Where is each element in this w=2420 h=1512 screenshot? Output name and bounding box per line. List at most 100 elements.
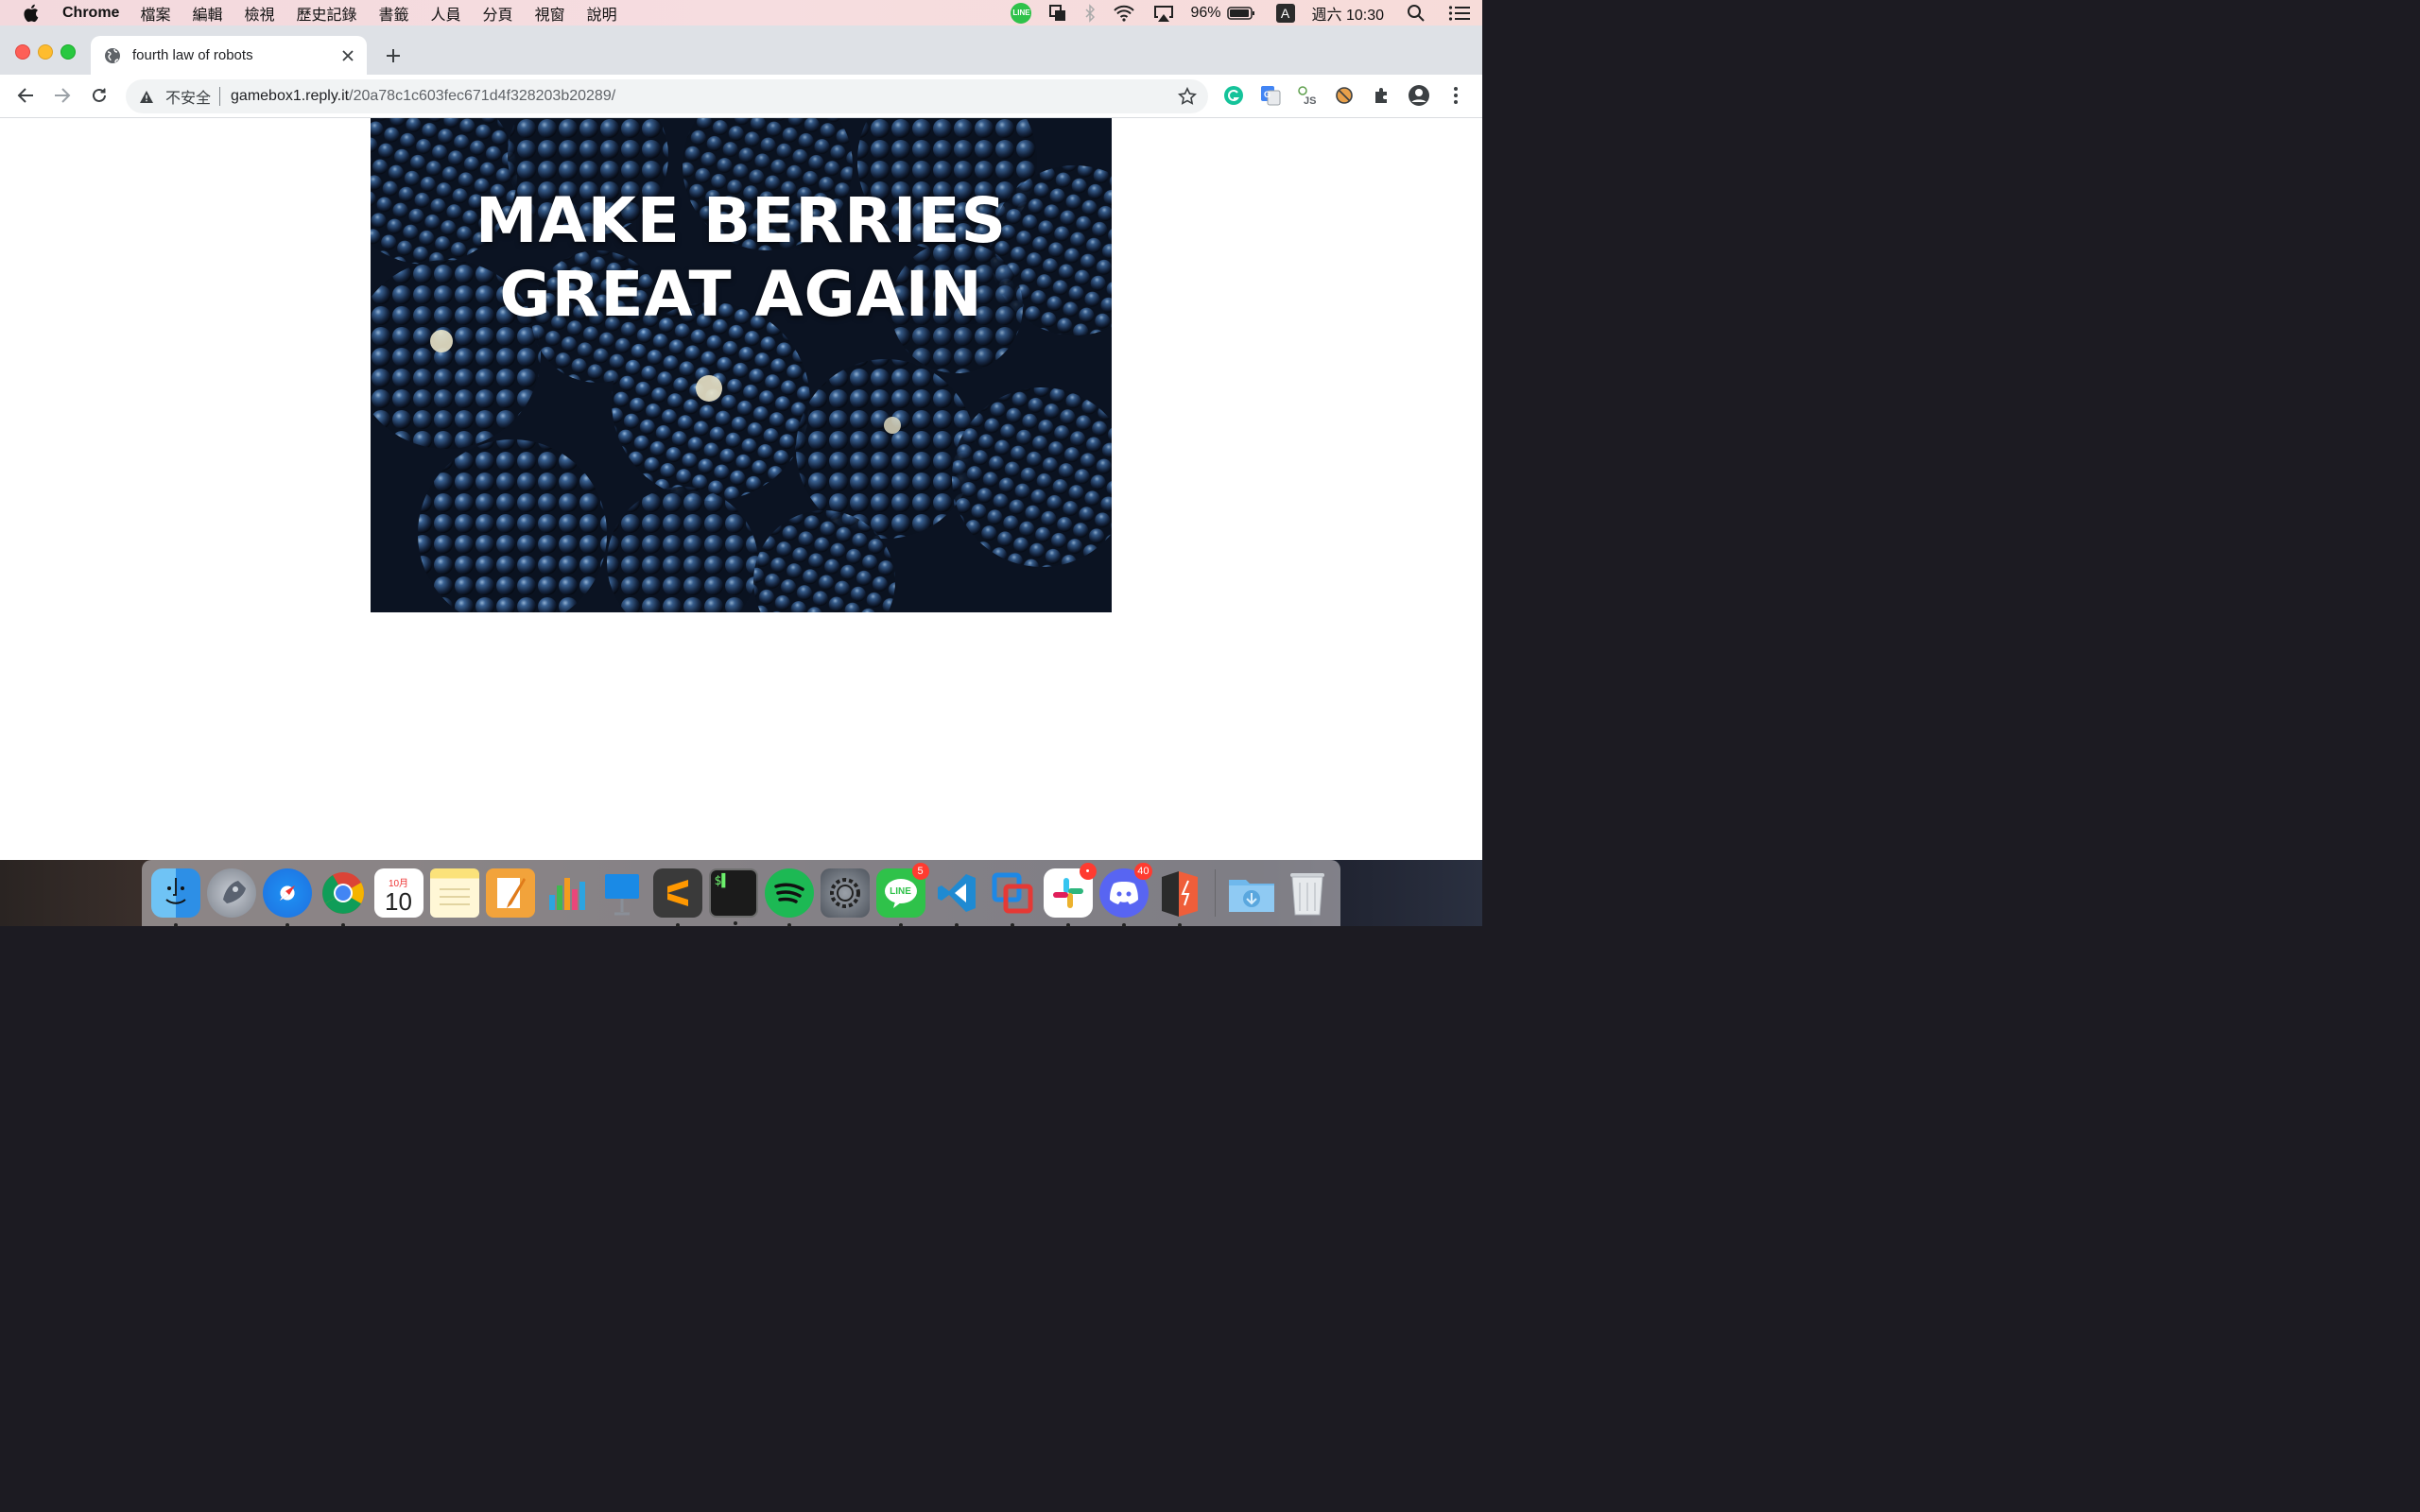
keynote-icon[interactable] [597, 868, 647, 918]
running-indicator [898, 923, 903, 927]
menu-edit[interactable]: 編輯 [192, 2, 222, 25]
tab-strip: fourth law of robots [0, 26, 1482, 75]
security-label[interactable]: 不安全 [165, 85, 211, 108]
url-path: /20a78c1c603fec671d4f328203b20289/ [349, 88, 616, 104]
vmware-fusion-icon[interactable] [988, 868, 1037, 927]
window-minimize-button[interactable] [38, 44, 53, 60]
pages-icon[interactable] [485, 868, 535, 918]
svg-text:G: G [1264, 90, 1270, 99]
url-text[interactable]: gamebox1.reply.it/20a78c1c603fec671d4f32… [231, 88, 615, 105]
notes-icon[interactable] [429, 868, 479, 918]
tab-active[interactable]: fourth law of robots [91, 36, 367, 75]
line-status-icon[interactable]: LINE [1011, 2, 1032, 24]
slack-icon[interactable]: • [1043, 863, 1097, 927]
forward-button[interactable] [50, 83, 75, 108]
menu-bar: Chrome 檔案 編輯 檢視 歷史記錄 書籤 人員 分頁 視窗 說明 LINE… [0, 0, 1482, 26]
discord-icon[interactable]: 40 [1098, 863, 1152, 927]
menu-people[interactable]: 人員 [431, 2, 461, 25]
downloads-folder-icon[interactable] [1227, 868, 1276, 918]
google-translate-extension-icon[interactable]: G [1259, 84, 1282, 107]
running-indicator [954, 923, 959, 927]
menu-help[interactable]: 說明 [587, 2, 617, 25]
running-indicator [340, 923, 345, 927]
headline-line-1: MAKE BERRIES [475, 184, 1008, 257]
browser-toolbar: 不安全 gamebox1.reply.it/20a78c1c603fec671d… [0, 75, 1482, 118]
line-app-icon[interactable]: LINE 5 [875, 863, 929, 927]
grammarly-extension-icon[interactable] [1222, 84, 1245, 107]
profile-avatar-icon[interactable] [1408, 84, 1430, 107]
notification-center-icon[interactable] [1448, 5, 1471, 22]
input-method-icon[interactable]: A [1275, 3, 1295, 23]
berries-hero-image: MAKE BERRIES GREAT AGAIN [371, 118, 1112, 612]
vscode-icon[interactable] [932, 868, 981, 927]
tab-title: fourth law of robots [132, 47, 253, 63]
line-app-label: LINE [890, 886, 911, 897]
menu-tab[interactable]: 分頁 [483, 2, 513, 25]
svg-text:JS: JS [1304, 95, 1316, 106]
sourcetree-icon[interactable] [1155, 868, 1204, 927]
spotlight-search-icon[interactable] [1407, 4, 1426, 23]
web-page: MAKE BERRIES GREAT AGAIN [0, 118, 1482, 860]
menu-bookmarks[interactable]: 書籤 [379, 2, 409, 25]
calendar-icon[interactable]: 10月 10 [373, 868, 424, 918]
screen-share-icon[interactable] [1048, 4, 1067, 23]
address-bar[interactable]: 不安全 gamebox1.reply.it/20a78c1c603fec671d… [126, 79, 1208, 113]
hero-headline: MAKE BERRIES GREAT AGAIN [371, 184, 1112, 332]
close-icon[interactable] [340, 48, 355, 63]
running-indicator [173, 923, 178, 927]
running-indicator [1177, 923, 1182, 927]
more-menu-icon[interactable] [1444, 84, 1467, 107]
numbers-icon[interactable] [542, 868, 591, 918]
menu-clock[interactable]: 週六 10:30 [1312, 2, 1385, 25]
running-indicator [1065, 923, 1070, 927]
new-tab-button[interactable] [382, 44, 405, 67]
running-indicator [675, 923, 680, 927]
discord-unread-badge: 40 [1134, 863, 1152, 880]
running-indicator [285, 923, 289, 927]
apple-icon[interactable] [23, 4, 42, 23]
running-indicator [786, 923, 791, 927]
launchpad-icon[interactable] [206, 868, 256, 918]
headline-line-2: GREAT AGAIN [499, 258, 983, 331]
sublime-text-icon[interactable] [652, 868, 702, 927]
menu-file[interactable]: 檔案 [140, 2, 170, 25]
menu-view[interactable]: 檢視 [244, 2, 274, 25]
battery-percent: 96% [1190, 4, 1221, 21]
status-area: LINE 96% A 週六 10:30 [994, 0, 1471, 26]
safari-icon[interactable] [262, 868, 312, 927]
dock-separator [1215, 869, 1216, 917]
running-indicator [733, 921, 737, 925]
extensions-puzzle-icon[interactable] [1371, 84, 1393, 107]
spotify-icon[interactable] [764, 868, 814, 927]
running-indicator [1121, 923, 1126, 927]
menu-history[interactable]: 歷史記錄 [297, 2, 357, 25]
blocked-extension-icon[interactable] [1333, 84, 1356, 107]
warning-icon[interactable] [139, 90, 156, 104]
battery-icon[interactable] [1226, 6, 1255, 21]
wifi-icon[interactable] [1113, 5, 1135, 22]
url-host: gamebox1.reply.it [231, 88, 350, 104]
chrome-icon[interactable] [319, 868, 368, 927]
js-toggle-extension-icon[interactable]: JS [1296, 84, 1319, 107]
menu-app-name[interactable]: Chrome [62, 5, 119, 22]
window-maximize-button[interactable] [60, 44, 76, 60]
finder-icon[interactable] [150, 868, 200, 927]
window-close-button[interactable] [15, 44, 30, 60]
terminal-icon[interactable]: $▌ [708, 868, 758, 925]
back-button[interactable] [13, 83, 38, 108]
slack-unread-badge: • [1079, 863, 1097, 880]
terminal-prompt-icon: $▌ [714, 874, 730, 888]
globe-icon [104, 47, 121, 64]
running-indicator [1010, 923, 1014, 927]
dock: 10月 10 $▌ LINE 5 • 40 [142, 860, 1340, 927]
reload-button[interactable] [87, 83, 112, 108]
airplay-icon[interactable] [1152, 4, 1175, 23]
line-unread-badge: 5 [911, 863, 929, 880]
bluetooth-icon[interactable] [1084, 3, 1096, 23]
browser-window: fourth law of robots 不安全 gamebox1.reply.… [0, 26, 1482, 860]
trash-icon[interactable] [1283, 868, 1332, 918]
omnibox-divider [219, 87, 221, 106]
bookmark-star-icon[interactable] [1178, 87, 1197, 106]
system-preferences-icon[interactable] [820, 868, 870, 918]
menu-window[interactable]: 視窗 [535, 2, 565, 25]
